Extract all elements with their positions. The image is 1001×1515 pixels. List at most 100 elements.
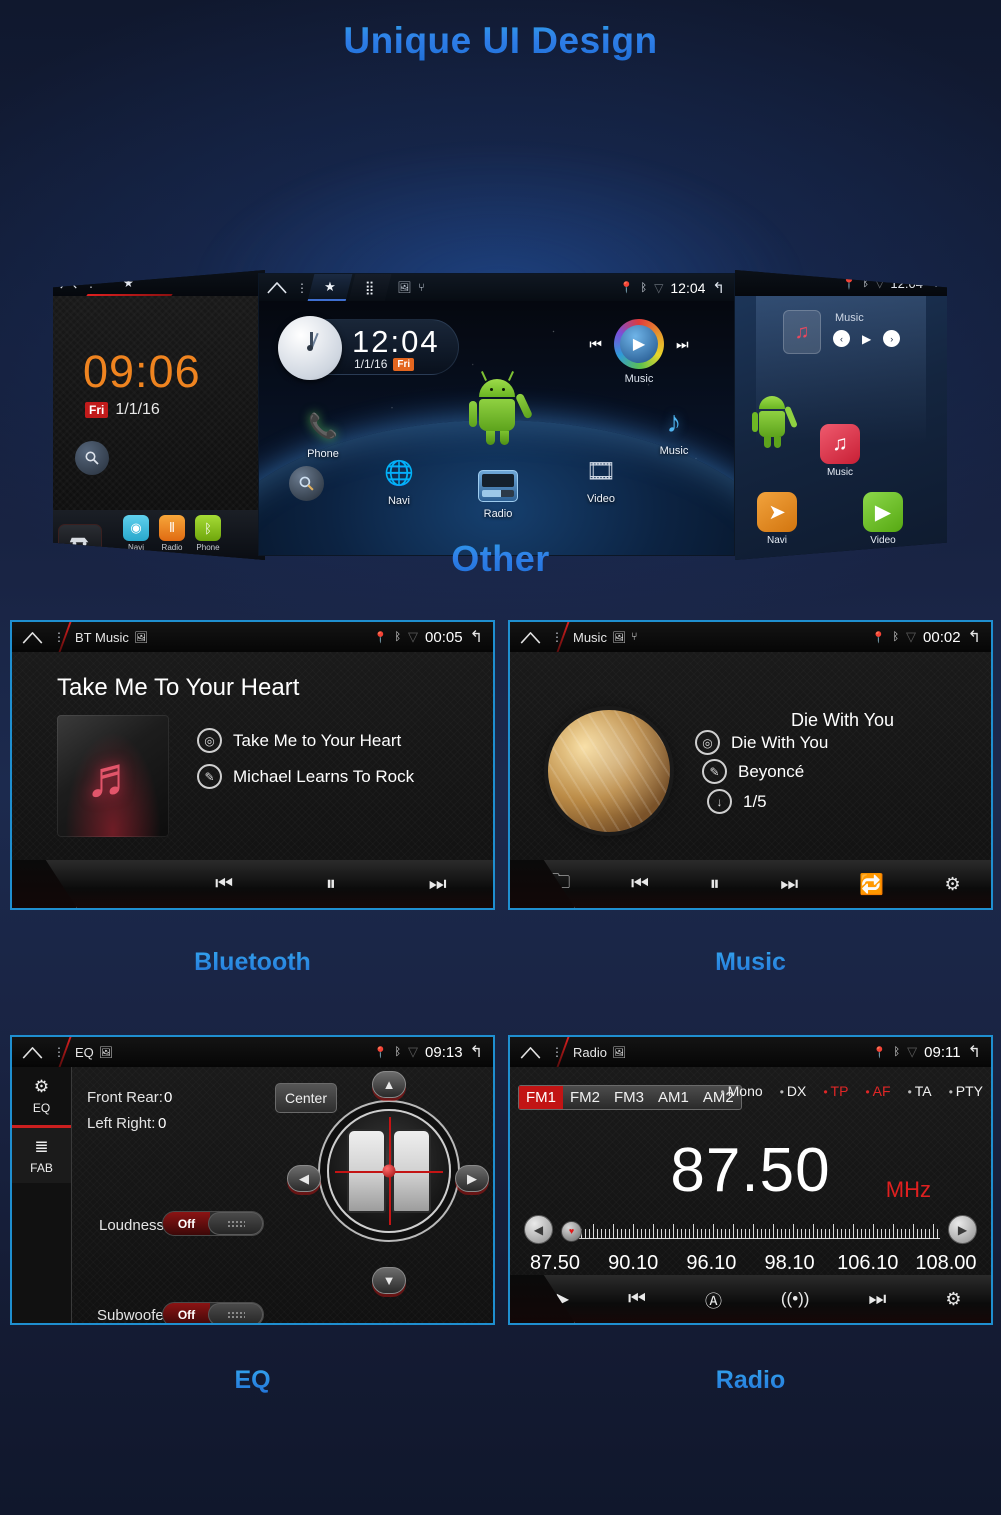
analog-clock-face xyxy=(278,316,342,380)
app-navi[interactable]: 🌐 Navi xyxy=(367,453,431,508)
scan-play-icon[interactable]: ▪▪▶ xyxy=(545,1289,569,1309)
music-panel[interactable]: ⋮ Music 🖼 ⑂ 📍 ᛒ ▽ 00:02 ↰ Die With You ◎… xyxy=(508,620,993,910)
pause-icon[interactable]: ⏸ xyxy=(710,873,720,896)
location-pin-icon: 📍 xyxy=(841,276,857,290)
app-grid-icon: ⣿ xyxy=(364,279,375,295)
disc-icon: ◎ xyxy=(695,730,720,755)
app-music[interactable]: ♪ Music xyxy=(642,403,706,457)
band-fm2[interactable]: FM2 xyxy=(563,1086,607,1109)
music-note-icon: ♪ xyxy=(666,406,682,439)
arrow-down-icon[interactable]: ▼ xyxy=(372,1267,406,1294)
back-arrow-icon[interactable]: ↰ xyxy=(929,276,939,290)
subwoofer-toggle[interactable]: Off xyxy=(162,1302,264,1323)
next-station-icon[interactable]: ⏭ xyxy=(868,1288,886,1311)
back-arrow-icon[interactable]: ↰ xyxy=(470,627,483,647)
right-device-screen[interactable]: 📍 ᛒ ▽ 12:04 ↰ ♫ Music ‹ ▶ › ♫ Music ➤ ▶ xyxy=(735,270,947,560)
back-arrow-icon[interactable]: ↰ xyxy=(712,279,725,297)
clock-widget[interactable]: 12:04 1/1/16 Fri xyxy=(278,316,459,380)
previous-station-icon[interactable]: ⏮ xyxy=(628,1288,646,1311)
home-icon[interactable] xyxy=(520,631,541,644)
rds-pty[interactable]: • PTY xyxy=(949,1083,983,1099)
app-label: Music xyxy=(659,445,689,457)
loudness-toggle[interactable]: Off xyxy=(162,1211,264,1236)
rds-af[interactable]: • AF xyxy=(865,1083,890,1099)
play-icon[interactable]: ▶ xyxy=(862,332,871,346)
app-radio[interactable]: Radio xyxy=(466,466,530,520)
previous-track-icon[interactable]: ⏮ xyxy=(631,873,649,896)
app-phone[interactable]: 📞 Phone xyxy=(291,406,355,461)
overflow-menu-icon[interactable]: ⋮ xyxy=(296,282,308,294)
home-icon[interactable] xyxy=(60,278,77,289)
music-transport-bar: 🗀 ⏮ ⏸ ⏭ 🔁 ⚙ xyxy=(510,860,991,908)
arrow-up-icon[interactable]: ▲ xyxy=(372,1071,406,1098)
tab-apps[interactable]: ⣿ xyxy=(348,274,391,301)
radio-waves-icon[interactable]: ((•)) xyxy=(781,1289,810,1309)
home-icon[interactable] xyxy=(22,631,43,644)
tab-favorites[interactable]: ★ xyxy=(307,274,353,301)
eq-panel[interactable]: ⋮ EQ 🖼 📍 ᛒ ▽ 09:13 ↰ ⚙ EQ ≣ FAB Front Re… xyxy=(10,1035,495,1325)
arrow-right-icon[interactable]: ▶ xyxy=(455,1165,489,1192)
preset-freq: 98.10 xyxy=(764,1252,815,1274)
tune-up-icon[interactable]: ▶ xyxy=(948,1215,977,1244)
back-arrow-icon[interactable]: ↰ xyxy=(968,627,981,647)
previous-track-icon[interactable]: ⏮ xyxy=(215,873,233,896)
rds-tp[interactable]: • TP xyxy=(823,1083,848,1099)
eq-tab-eq[interactable]: ⚙ EQ xyxy=(12,1067,71,1125)
frequency-ruler[interactable]: ♥ xyxy=(561,1220,940,1242)
wifi-icon: ▽ xyxy=(907,1044,918,1059)
search-icon[interactable] xyxy=(75,441,109,475)
loudness-knob[interactable] xyxy=(208,1212,263,1235)
bt-meta-track-label: Take Me to Your Heart xyxy=(233,730,402,750)
pause-icon[interactable]: ⏸ xyxy=(326,873,336,896)
app-video[interactable]: 🎞 Video xyxy=(569,451,633,506)
rds-mono[interactable]: • Mono xyxy=(720,1083,762,1099)
bluetooth-panel[interactable]: ⋮ BT Music 🖼 📍 ᛒ ▽ 00:05 ↰ Take Me To Yo… xyxy=(10,620,495,910)
rds-ta[interactable]: • TA xyxy=(908,1083,932,1099)
next-track-icon[interactable]: ⏭ xyxy=(780,873,798,896)
favorites-star-icon[interactable]: ★ xyxy=(123,276,134,290)
radio-panel[interactable]: ⋮ Radio 🖼 📍 ᛒ ▽ 09:11 ↰ FM1 FM2 FM3 AM1 … xyxy=(508,1035,993,1325)
music-meta-index: ↓ 1/5 xyxy=(707,789,767,814)
home-icon[interactable] xyxy=(520,1046,541,1059)
repeat-icon[interactable]: 🔁 xyxy=(859,872,884,897)
rds-dx[interactable]: • DX xyxy=(780,1083,807,1099)
auto-scan-icon[interactable]: Ⓐ xyxy=(705,1287,722,1312)
fader-balance-pad[interactable] xyxy=(327,1109,451,1233)
band-fm3[interactable]: FM3 xyxy=(607,1086,651,1109)
next-icon[interactable]: › xyxy=(883,330,901,347)
music-player-widget[interactable]: ⏮ ▶ ⏭ xyxy=(564,319,714,369)
main-device-screen[interactable]: ⋮ ★ ⣿ 🖼 ⑂ 📍 ᛒ ▽ 12:04 ↰ 12:04 1/1/16 Fri… xyxy=(258,273,735,556)
previous-track-icon[interactable]: ⏮ xyxy=(589,336,602,353)
overflow-menu-icon[interactable]: ⋮ xyxy=(85,277,97,289)
right-app-music[interactable]: ♫ Music xyxy=(820,424,860,478)
band-fm1[interactable]: FM1 xyxy=(519,1086,563,1109)
equalizer-icon[interactable]: ⚙ xyxy=(945,1289,961,1310)
back-arrow-icon[interactable]: ↰ xyxy=(968,1042,981,1062)
center-button[interactable]: Center xyxy=(275,1083,337,1113)
next-track-icon[interactable]: ⏭ xyxy=(429,873,447,896)
arrow-left-icon[interactable]: ◀ xyxy=(287,1165,321,1192)
subwoofer-state: Off xyxy=(163,1303,210,1323)
back-arrow-icon[interactable]: ↰ xyxy=(470,1042,483,1062)
play-ring[interactable]: ▶ xyxy=(614,319,664,369)
equalizer-icon[interactable]: ⚙ xyxy=(945,874,961,895)
band-am1[interactable]: AM1 xyxy=(651,1086,696,1109)
folder-icon[interactable]: 🗀 xyxy=(550,867,570,901)
artist-mic-icon: ✎ xyxy=(197,764,222,789)
magnifier-icon[interactable] xyxy=(289,466,324,501)
right-music-widget-icon[interactable]: ♫ xyxy=(783,310,821,354)
left-device-screen[interactable]: ⋮ ★ 09:06 Fri 1/1/16 ◉ ⦀ ᛒ xyxy=(53,270,265,560)
eq-side-tabs: ⚙ EQ ≣ FAB xyxy=(12,1067,72,1323)
tuner-knob[interactable]: ♥ xyxy=(561,1220,582,1242)
subwoofer-knob[interactable] xyxy=(208,1303,263,1323)
eq-field-left-right-value: 0 xyxy=(158,1115,167,1132)
tune-down-icon[interactable]: ◀ xyxy=(524,1215,553,1244)
balance-position-dot[interactable] xyxy=(382,1164,396,1178)
bluetooth-icon: ᛒ xyxy=(394,1046,402,1058)
home-icon[interactable] xyxy=(22,1046,43,1059)
home-icon[interactable] xyxy=(267,281,287,294)
band-selector[interactable]: FM1 FM2 FM3 AM1 AM2 xyxy=(518,1085,742,1110)
next-track-icon[interactable]: ⏭ xyxy=(676,336,689,353)
previous-icon[interactable]: ‹ xyxy=(833,330,850,347)
eq-tab-fab[interactable]: ≣ FAB xyxy=(12,1125,71,1183)
